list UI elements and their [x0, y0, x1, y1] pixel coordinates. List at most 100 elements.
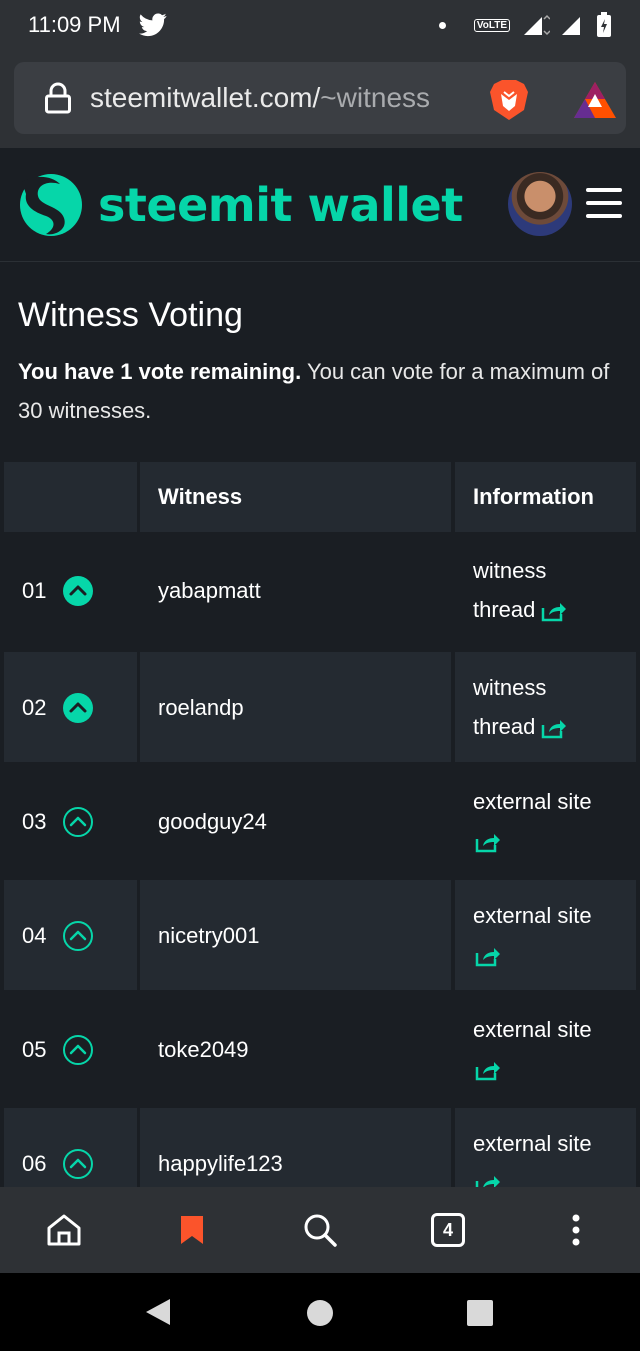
- votes-remaining: You have 1 vote remaining.: [18, 359, 302, 384]
- home-button[interactable]: [34, 1200, 94, 1260]
- signal-icon: [524, 14, 550, 36]
- witness-name[interactable]: goodguy24: [158, 809, 267, 835]
- bookmark-button[interactable]: [162, 1200, 222, 1260]
- rank-number: 01: [22, 578, 47, 603]
- table-row: 04 nicetry001 external site: [0, 880, 640, 990]
- info-link[interactable]: witness thread: [473, 551, 567, 629]
- info-line-2: thread: [473, 597, 536, 622]
- table-row: 06 happylife123 external site: [0, 1108, 640, 1195]
- lock-icon[interactable]: [44, 82, 72, 114]
- witness-name[interactable]: happylife123: [158, 1151, 283, 1177]
- brave-lion-icon[interactable]: [488, 78, 530, 122]
- upvote-active-icon[interactable]: [62, 575, 94, 607]
- table-row: 05 toke2049 external site: [0, 994, 640, 1104]
- table-row: 02 roelandp witness thread: [0, 652, 640, 762]
- more-icon: [572, 1214, 580, 1246]
- rank-number: 02: [22, 695, 47, 720]
- upvote-active-icon[interactable]: [62, 692, 94, 724]
- info-cell: external site: [455, 766, 636, 876]
- tabs-button[interactable]: 4: [418, 1200, 478, 1260]
- info-cell: witness thread: [455, 535, 636, 645]
- battery-icon: [597, 12, 611, 37]
- system-nav-bar: [0, 1273, 640, 1351]
- avatar[interactable]: [508, 172, 572, 236]
- upvote-icon[interactable]: [62, 1034, 94, 1066]
- url-path: ~witness: [320, 82, 431, 113]
- upvote-icon[interactable]: [62, 920, 94, 952]
- rank-cell: 01: [4, 535, 137, 645]
- rank-cell: 05: [4, 994, 137, 1104]
- site-name[interactable]: steemit wallet: [98, 178, 463, 232]
- more-button[interactable]: [546, 1200, 606, 1260]
- info-cell: external site: [455, 994, 636, 1104]
- witness-cell: goodguy24: [140, 766, 451, 876]
- rank-number: 03: [22, 809, 47, 834]
- info-link[interactable]: witness thread: [473, 668, 567, 746]
- external-link-icon[interactable]: [475, 1059, 501, 1081]
- external-link-icon[interactable]: [475, 945, 501, 967]
- rank-cell: 04: [4, 880, 137, 990]
- url-text[interactable]: steemitwallet.com/~witness: [90, 62, 470, 134]
- external-link-icon[interactable]: [475, 831, 501, 853]
- external-link-icon[interactable]: [541, 717, 567, 739]
- witness-name[interactable]: nicetry001: [158, 923, 260, 949]
- info-line-1: witness: [473, 558, 547, 583]
- witness-cell: nicetry001: [140, 880, 451, 990]
- upvote-icon[interactable]: [62, 1148, 94, 1180]
- volte-icon: VoLTE: [473, 18, 510, 32]
- rank-cell: 02: [4, 652, 137, 762]
- witness-cell: yabapmatt: [140, 535, 451, 645]
- info-link[interactable]: external site: [473, 896, 592, 974]
- vote-info-text: You have 1 vote remaining. You can vote …: [18, 352, 618, 430]
- recents-icon[interactable]: [466, 1299, 494, 1327]
- browser-toolbar: steemitwallet.com/~witness: [0, 50, 640, 148]
- info-cell: witness thread: [455, 652, 636, 762]
- twitter-icon: [138, 13, 167, 37]
- witness-cell: happylife123: [140, 1108, 451, 1187]
- info-cell: external site: [455, 880, 636, 990]
- info-line-1: witness: [473, 675, 547, 700]
- bat-rewards-icon[interactable]: [572, 80, 618, 120]
- info-link[interactable]: external site: [473, 1010, 592, 1088]
- rank-cell: 03: [4, 766, 137, 876]
- home-circle-icon[interactable]: [306, 1299, 334, 1327]
- search-button[interactable]: [290, 1200, 350, 1260]
- header-cell-rank: [4, 462, 137, 532]
- header-cell-witness: Witness: [140, 462, 451, 532]
- header-witness: Witness: [158, 484, 243, 509]
- info-line-1: external site: [473, 789, 592, 814]
- header-cell-information: Information: [455, 462, 636, 532]
- rank-number: 04: [22, 923, 47, 948]
- signal-icon-2: [562, 17, 580, 35]
- notification-dot: [438, 21, 446, 29]
- rank-number: 05: [22, 1037, 47, 1062]
- info-line-1: external site: [473, 1017, 592, 1042]
- browser-bottom-nav: 4: [0, 1187, 640, 1273]
- home-icon: [47, 1214, 81, 1246]
- witness-name[interactable]: roelandp: [158, 695, 244, 721]
- info-line-2: thread: [473, 714, 536, 739]
- bookmark-icon: [181, 1216, 203, 1244]
- info-line-1: external site: [473, 903, 592, 928]
- info-cell: external site: [455, 1108, 636, 1195]
- rank-number: 06: [22, 1151, 47, 1176]
- status-time: 11:09 PM: [28, 12, 121, 37]
- info-line-1: external site: [473, 1131, 592, 1156]
- back-icon[interactable]: [144, 1297, 172, 1327]
- steemit-logo-icon[interactable]: [16, 170, 86, 240]
- upvote-icon[interactable]: [62, 806, 94, 838]
- tabs-icon: 4: [431, 1213, 465, 1247]
- witness-name[interactable]: toke2049: [158, 1037, 249, 1063]
- site-header: steemit wallet: [0, 148, 640, 262]
- url-domain: steemitwallet.com/: [90, 82, 321, 113]
- address-bar[interactable]: steemitwallet.com/~witness: [14, 62, 626, 134]
- rank-cell: 06: [4, 1108, 137, 1187]
- external-link-icon[interactable]: [541, 600, 567, 622]
- witness-name[interactable]: yabapmatt: [158, 578, 261, 604]
- info-link[interactable]: external site: [473, 782, 592, 860]
- search-icon: [304, 1214, 337, 1247]
- witness-cell: toke2049: [140, 994, 451, 1104]
- page-title: Witness Voting: [18, 296, 243, 334]
- header-information: Information: [473, 484, 594, 509]
- menu-icon[interactable]: [586, 188, 622, 218]
